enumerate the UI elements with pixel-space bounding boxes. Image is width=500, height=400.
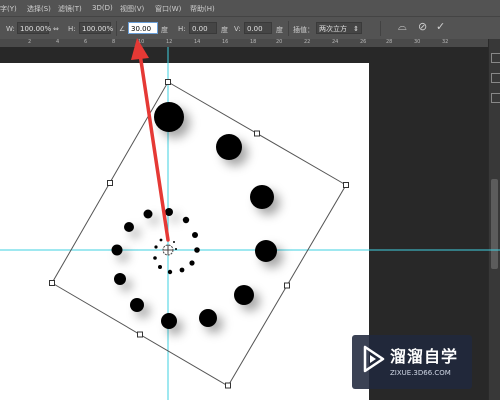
dot — [255, 240, 277, 262]
dot — [250, 185, 274, 209]
dot — [216, 134, 242, 160]
watermark-logo: 溜溜自学 ZIXUE.3D66.COM — [352, 335, 472, 389]
dot-spiral-inner — [153, 216, 200, 275]
dot — [154, 102, 184, 132]
transform-handle — [165, 79, 171, 85]
transform-handle — [343, 182, 349, 188]
transform-handle — [137, 331, 143, 338]
dot — [234, 285, 254, 305]
transform-handle — [254, 130, 260, 137]
dot — [199, 309, 217, 327]
watermark-url: ZIXUE.3D66.COM — [390, 369, 451, 377]
dot — [114, 273, 126, 285]
transform-box[interactable] — [51, 81, 347, 387]
dot — [165, 208, 173, 216]
dot — [124, 222, 134, 232]
dot — [161, 313, 177, 329]
dot — [130, 298, 144, 312]
transform-handle — [107, 180, 113, 186]
reference-point-icon[interactable] — [162, 244, 174, 256]
transform-handle — [49, 280, 55, 286]
transform-handle — [225, 382, 231, 389]
dot — [111, 244, 123, 256]
play-logo-icon — [363, 345, 385, 373]
transform-handle — [284, 282, 290, 289]
transform-handles[interactable] — [49, 79, 349, 389]
annotation-arrow — [131, 38, 170, 242]
watermark-name: 溜溜自学 — [390, 347, 459, 366]
dot — [143, 209, 153, 219]
